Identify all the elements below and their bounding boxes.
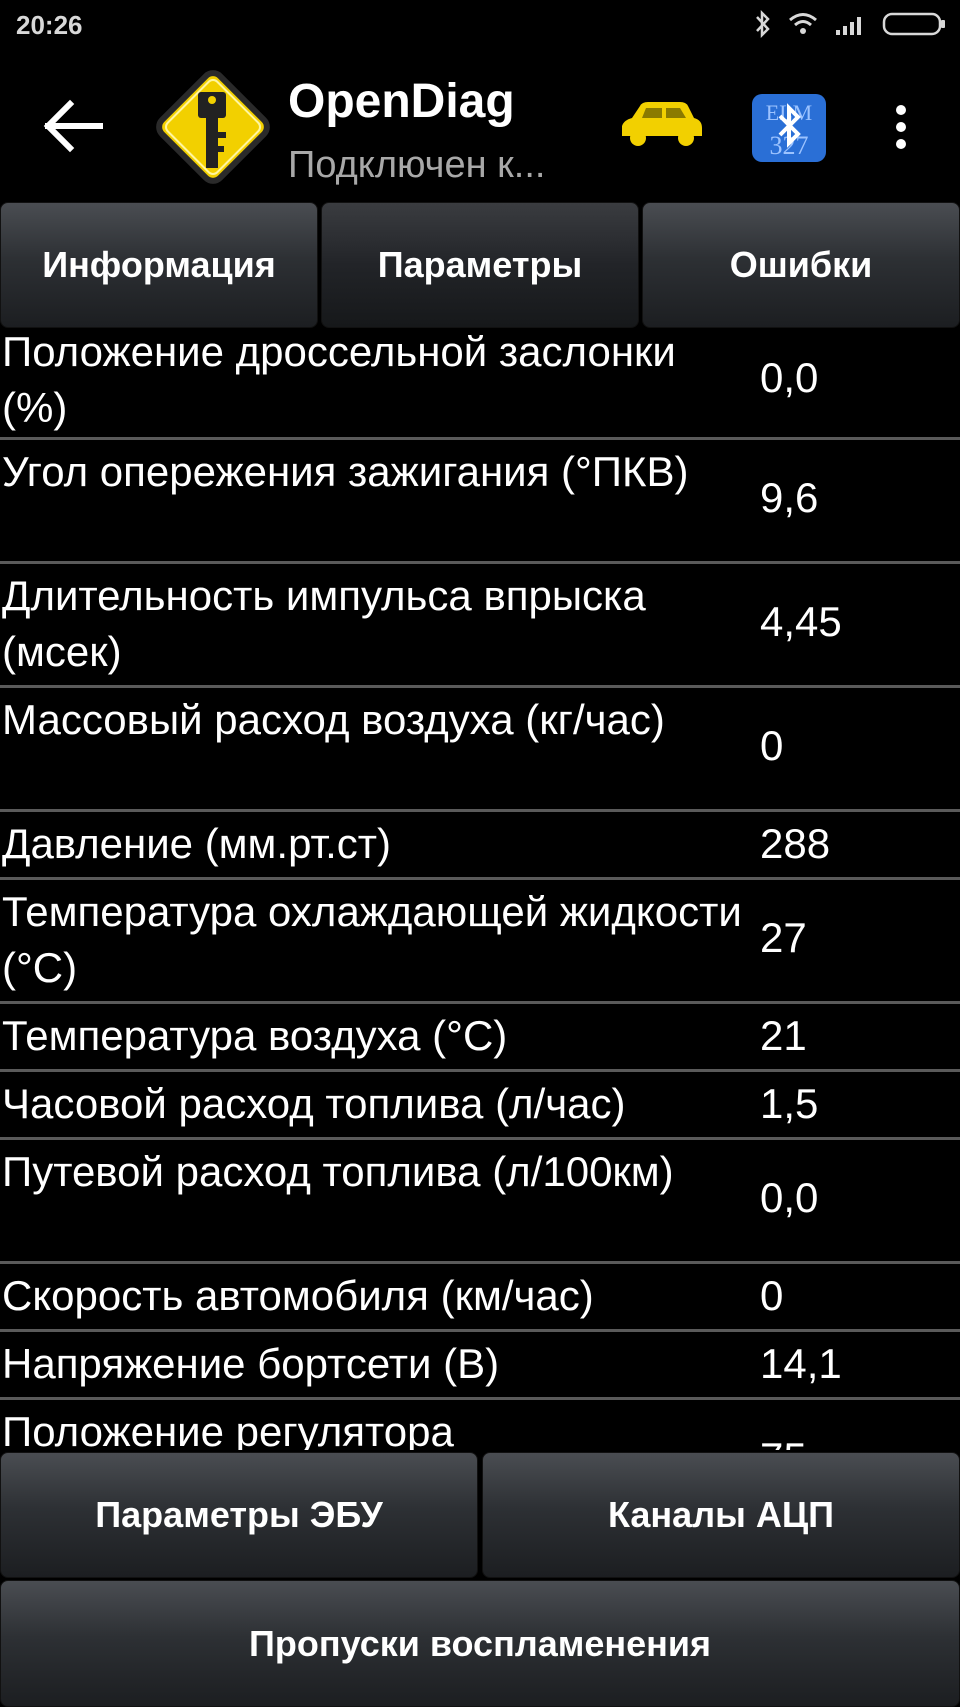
list-item: Угол опережения зажигания (°ПКВ) 9,6 bbox=[0, 440, 960, 564]
parameter-name: Путевой расход топлива (л/100км) bbox=[2, 1148, 674, 1195]
list-item: Положение регулятора 75 bbox=[0, 1400, 960, 1450]
adc-channels-button[interactable]: Каналы АЦП bbox=[482, 1452, 960, 1578]
list-item: Температура воздуха (°C) 21 bbox=[0, 1004, 960, 1072]
tab-information[interactable]: Информация bbox=[0, 202, 318, 328]
parameter-name: Часовой расход топлива (л/час) bbox=[2, 1080, 626, 1127]
tab-bar: Информация Параметры Ошибки bbox=[0, 202, 960, 330]
parameter-list[interactable]: Положение дроссельной заслонки (%) 0,0 У… bbox=[0, 334, 960, 1450]
parameter-value: 21 bbox=[760, 1012, 807, 1059]
list-item: Массовый расход воздуха (кг/час) 0 bbox=[0, 688, 960, 812]
signal-icon bbox=[834, 12, 866, 41]
parameter-value: 9,6 bbox=[760, 474, 819, 521]
parameter-name: Напряжение бортсети (В) bbox=[2, 1340, 500, 1387]
parameter-value: 288 bbox=[760, 820, 831, 867]
parameter-value: 27 bbox=[760, 914, 807, 961]
parameter-value: 1,5 bbox=[760, 1080, 819, 1127]
action-bar: OpenDiag Подключен к... ELM 327 bbox=[0, 52, 960, 200]
list-item: Давление (мм.рт.ст) 288 bbox=[0, 812, 960, 880]
bluetooth-icon bbox=[754, 9, 772, 43]
parameter-name: Температура воздуха (°C) bbox=[2, 1012, 508, 1059]
back-button[interactable] bbox=[40, 96, 110, 156]
status-icons bbox=[754, 9, 946, 43]
parameter-name: Температура охлаждающей жидкости (°C) bbox=[2, 888, 742, 991]
parameter-value: 4,45 bbox=[760, 598, 842, 645]
list-item: Положение дроссельной заслонки (%) 0,0 bbox=[0, 334, 960, 440]
list-item: Часовой расход топлива (л/час) 1,5 bbox=[0, 1072, 960, 1140]
elm327-bluetooth-icon[interactable]: ELM 327 bbox=[752, 94, 826, 162]
back-arrow-icon bbox=[43, 99, 103, 153]
status-time: 20:26 bbox=[16, 10, 83, 40]
list-item: Напряжение бортсети (В) 14,1 bbox=[0, 1332, 960, 1400]
car-icon[interactable] bbox=[618, 98, 704, 152]
battery-icon bbox=[882, 11, 946, 42]
parameter-value: 0,0 bbox=[760, 354, 819, 401]
parameter-value: 0,0 bbox=[760, 1174, 819, 1221]
list-item: Путевой расход топлива (л/100км) 0,0 bbox=[0, 1140, 960, 1264]
parameter-name: Скорость автомобиля (км/час) bbox=[2, 1272, 594, 1319]
parameter-name: Длительность импульса впрыска (мсек) bbox=[2, 572, 646, 675]
misfires-button[interactable]: Пропуски воспламенения bbox=[0, 1580, 960, 1707]
tab-parameters[interactable]: Параметры bbox=[321, 202, 639, 328]
parameter-name: Положение дроссельной заслонки (%) bbox=[2, 334, 676, 431]
list-item: Длительность импульса впрыска (мсек) 4,4… bbox=[0, 564, 960, 688]
parameter-value: 0 bbox=[760, 1272, 784, 1319]
parameter-value: 0 bbox=[760, 722, 784, 769]
app-title: OpenDiag bbox=[288, 75, 515, 128]
list-item: Скорость автомобиля (км/час) 0 bbox=[0, 1264, 960, 1332]
overflow-menu-icon[interactable] bbox=[886, 102, 916, 152]
parameter-value: 14,1 bbox=[760, 1340, 842, 1387]
ecu-params-button[interactable]: Параметры ЭБУ bbox=[0, 1452, 478, 1578]
wifi-icon bbox=[788, 12, 818, 41]
app-logo-icon bbox=[148, 62, 278, 192]
parameter-name: Угол опережения зажигания (°ПКВ) bbox=[2, 448, 689, 495]
parameter-name: Давление (мм.рт.ст) bbox=[2, 820, 392, 867]
parameter-name: Положение регулятора bbox=[2, 1408, 454, 1450]
parameter-value: 75 bbox=[760, 1430, 807, 1450]
tab-errors[interactable]: Ошибки bbox=[642, 202, 960, 328]
list-item: Температура охлаждающей жидкости (°C) 27 bbox=[0, 880, 960, 1004]
parameter-name: Массовый расход воздуха (кг/час) bbox=[2, 696, 665, 743]
status-bar: 20:26 bbox=[0, 0, 960, 52]
connection-status: Подключен к... bbox=[288, 144, 546, 186]
